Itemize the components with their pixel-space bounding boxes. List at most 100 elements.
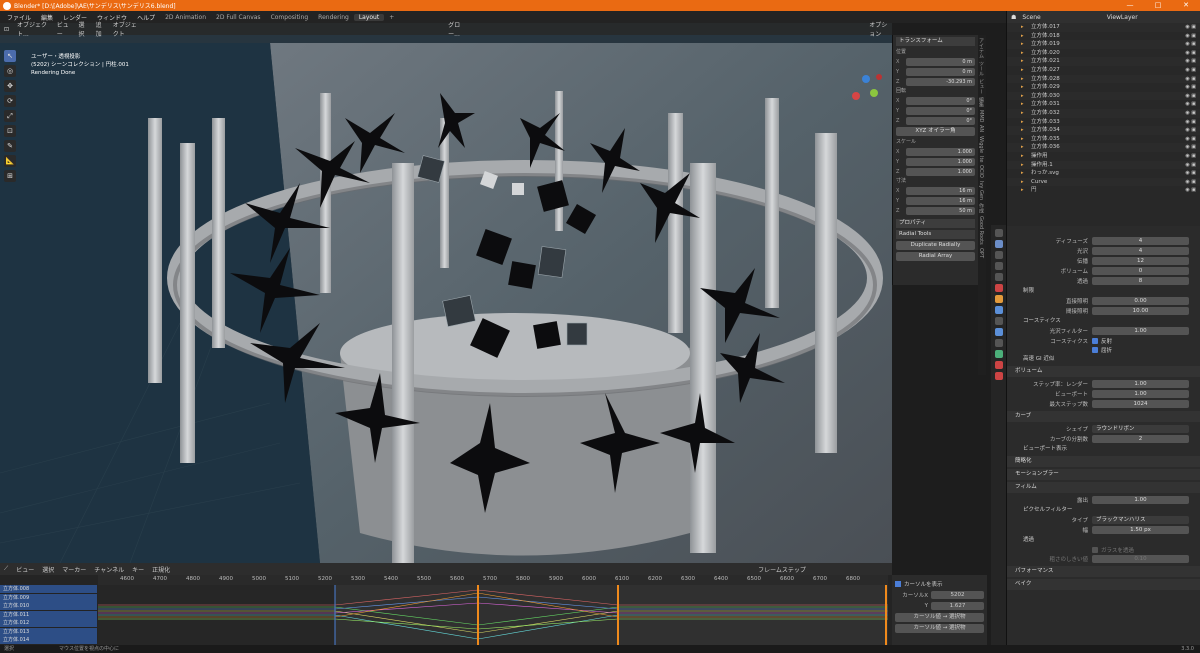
volume-bounces-field[interactable]: 0 <box>1092 267 1189 275</box>
particles-tab-icon[interactable] <box>994 317 1003 325</box>
transparent-glass-checkbox[interactable] <box>1092 546 1098 553</box>
tab-mmd[interactable]: MMD <box>978 110 984 122</box>
indirect-light-field[interactable]: 10.00 <box>1092 307 1189 315</box>
key-menu[interactable]: キー <box>132 565 144 574</box>
tab-ite[interactable]: Ite <box>978 156 984 163</box>
exposure-field[interactable]: 1.00 <box>1092 496 1189 504</box>
tab-2d-full-canvas[interactable]: 2D Full Canvas <box>211 14 266 21</box>
fast-gi-header[interactable]: 高速 GI 近似 <box>1007 354 1200 364</box>
world-tab-icon[interactable] <box>994 284 1003 292</box>
curve-subdiv-field[interactable]: 2 <box>1092 435 1189 443</box>
mode-select[interactable]: オブジェクト... <box>17 20 49 38</box>
step-rate-viewport-field[interactable]: 1.00 <box>1092 390 1189 398</box>
cursor-tool-icon[interactable]: ◎ <box>4 65 16 77</box>
add-workspace-button[interactable]: + <box>384 14 399 21</box>
cursor-value-to-selected-button[interactable]: カーソル値 → 選択物 <box>895 624 984 633</box>
max-steps-field[interactable]: 1024 <box>1092 400 1189 408</box>
duplicate-radially-button[interactable]: Duplicate Radially <box>896 241 975 250</box>
filter-type-select[interactable]: ブラックマンハリス <box>1092 516 1189 524</box>
object-menu[interactable]: オブジェクト <box>113 20 140 38</box>
editor-type-icon[interactable]: ⟋ <box>4 565 8 573</box>
transform-tool-icon[interactable]: ⊡ <box>4 125 16 137</box>
scene-tab-icon[interactable] <box>994 273 1003 281</box>
caustics-header[interactable]: コースティクス <box>1007 316 1200 326</box>
tab-rendering[interactable]: Rendering <box>313 14 354 21</box>
rotation-z-field[interactable]: 0° <box>906 116 975 125</box>
view-layer-tab-icon[interactable] <box>994 262 1003 270</box>
data-tab-icon[interactable] <box>994 350 1003 358</box>
visibility-icon[interactable]: ◉ ▣ <box>1185 109 1196 118</box>
reflective-checkbox[interactable] <box>1092 337 1098 344</box>
visibility-icon[interactable]: ◉ ▣ <box>1185 40 1196 49</box>
close-button[interactable]: ✕ <box>1172 0 1200 11</box>
refractive-checkbox[interactable] <box>1092 346 1098 353</box>
roughness-threshold-field[interactable]: 0.10 <box>1092 555 1189 563</box>
outliner-item[interactable]: ▸ 立方体.030 ◉ ▣ <box>1007 91 1200 101</box>
options-button[interactable]: オプション <box>869 20 892 38</box>
visibility-icon[interactable]: ◉ ▣ <box>1185 83 1196 92</box>
visibility-icon[interactable]: ◉ ▣ <box>1185 178 1196 187</box>
outliner-item[interactable]: ▸ 操作用.1 ◉ ▣ <box>1007 160 1200 170</box>
outliner-item[interactable]: ▸ 立方体.036 ◉ ▣ <box>1007 143 1200 152</box>
outliner-item[interactable]: ▸ 立方体.027 ◉ ▣ <box>1007 66 1200 75</box>
visibility-icon[interactable]: ◉ ▣ <box>1185 143 1196 152</box>
clamping-header[interactable]: 制限 <box>1007 286 1200 296</box>
visibility-icon[interactable]: ◉ ▣ <box>1185 49 1196 58</box>
select-menu[interactable]: 選択 <box>42 565 54 574</box>
channel-item[interactable]: 立方体.009 <box>0 593 97 602</box>
dimension-x-field[interactable]: 16 m <box>906 186 975 195</box>
tab-create[interactable]: 作成 <box>978 203 985 213</box>
minimize-button[interactable]: — <box>1116 0 1144 11</box>
visibility-icon[interactable]: ◉ ▣ <box>1185 66 1196 75</box>
tab-opt[interactable]: OPT <box>978 248 984 258</box>
tab-layout[interactable]: Layout <box>353 13 385 21</box>
frame-ruler[interactable]: 4600 4700 4800 4900 5000 5100 5200 5300 5400 5500… <box>98 575 888 585</box>
outliner-item[interactable]: ▸ 立方体.028 ◉ ▣ <box>1007 74 1200 84</box>
outliner-item[interactable]: ▸ 立方体.035 ◉ ▣ <box>1007 135 1200 144</box>
add-cube-tool-icon[interactable]: ⊞ <box>4 170 16 182</box>
tab-good-roots[interactable]: Good Roots <box>978 216 984 245</box>
visibility-icon[interactable]: ◉ ▣ <box>1185 186 1196 195</box>
outliner-item[interactable]: ▸ 操作用 ◉ ▣ <box>1007 152 1200 161</box>
tab-tool[interactable]: ツール <box>978 61 985 76</box>
cursor-x-field[interactable]: 5202 <box>931 591 984 599</box>
simplify-header[interactable]: 簡略化 <box>1007 456 1200 467</box>
radial-array-button[interactable]: Radial Array <box>896 252 975 261</box>
viewlayer-select[interactable]: ViewLayer <box>1107 14 1138 21</box>
physics-tab-icon[interactable] <box>994 328 1003 336</box>
outliner-item[interactable]: ▸ 立方体.017 ◉ ▣ <box>1007 23 1200 32</box>
visibility-icon[interactable]: ◉ ▣ <box>1185 57 1196 66</box>
transparent-bounces-field[interactable]: 8 <box>1092 277 1189 285</box>
3d-viewport[interactable] <box>0 23 892 563</box>
outliner-item[interactable]: ▸ Curve ◉ ▣ <box>1007 177 1200 187</box>
outliner-item[interactable]: ▸ 立方体.031 ◉ ▣ <box>1007 100 1200 109</box>
editor-type-icon[interactable]: ⊡ <box>4 26 9 33</box>
texture-tab-icon[interactable] <box>994 372 1003 380</box>
view-menu[interactable]: ビュー <box>57 20 71 38</box>
scale-tool-icon[interactable]: ⤢ <box>4 110 16 122</box>
visibility-icon[interactable]: ◉ ▣ <box>1185 32 1196 41</box>
tab-2d-animation[interactable]: 2D Animation <box>160 14 211 21</box>
add-menu[interactable]: 追加 <box>96 20 105 38</box>
show-cursor-checkbox[interactable] <box>895 581 901 587</box>
visibility-icon[interactable]: ◉ ▣ <box>1185 126 1196 135</box>
diffuse-bounces-field[interactable]: 4 <box>1092 237 1189 245</box>
motion-blur-header[interactable]: モーションブラー <box>1007 469 1200 480</box>
scale-y-field[interactable]: 1.000 <box>906 157 975 166</box>
transform-header[interactable]: トランスフォーム <box>896 37 975 46</box>
outliner-item[interactable]: ▸ 立方体.029 ◉ ▣ <box>1007 83 1200 92</box>
step-rate-render-field[interactable]: 1.00 <box>1092 380 1189 388</box>
visibility-icon[interactable]: ◉ ▣ <box>1185 118 1196 127</box>
object-tab-icon[interactable] <box>994 295 1003 303</box>
transform-orientation-select[interactable]: グロー... <box>448 20 466 38</box>
location-y-field[interactable]: 0 m <box>906 67 975 76</box>
bake-header[interactable]: ベイク <box>1007 579 1200 590</box>
curve-shape-select[interactable]: ラウンドリボン <box>1092 425 1189 433</box>
tab-compositing[interactable]: Compositing <box>266 14 314 21</box>
rotate-tool-icon[interactable]: ⟳ <box>4 95 16 107</box>
frame-step-select[interactable]: フレームステップ <box>758 565 806 574</box>
scene-select[interactable]: Scene <box>1022 14 1040 21</box>
marker-menu[interactable]: マーカー <box>62 565 86 574</box>
outliner-item[interactable]: ▸ 立方体.033 ◉ ▣ <box>1007 118 1200 127</box>
channel-item[interactable]: 立方体.013 <box>0 627 97 636</box>
